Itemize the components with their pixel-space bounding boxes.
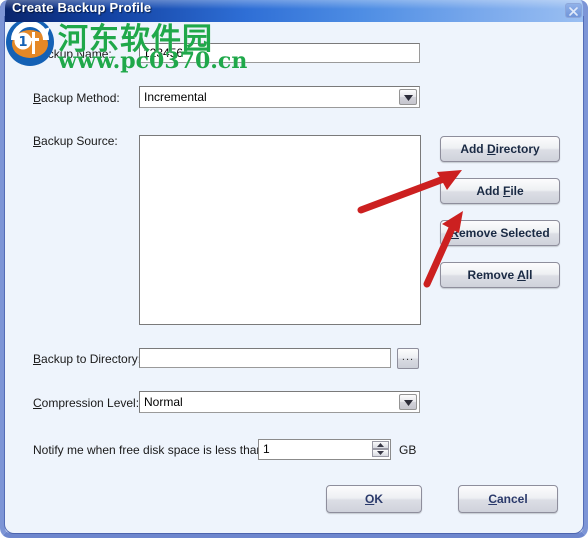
chevron-down-icon (403, 400, 413, 406)
free-space-unit-label: GB (399, 443, 417, 457)
cancel-button[interactable]: Cancel (458, 485, 558, 513)
ok-button[interactable]: OK (326, 485, 422, 513)
remove-selected-button[interactable]: Remove Selected (440, 220, 560, 246)
backup-method-dropdown-button[interactable] (399, 89, 417, 105)
compression-level-label: Compression Level: (33, 396, 140, 410)
backup-source-listbox[interactable] (139, 135, 421, 325)
spinner-down-button[interactable] (372, 449, 389, 457)
chevron-down-icon (403, 95, 413, 101)
close-icon (569, 7, 578, 16)
compression-level-combobox[interactable]: Normal (139, 391, 420, 413)
ellipsis-icon: ... (401, 351, 415, 363)
site-logo-icon: 1 (6, 18, 54, 66)
backup-method-value: Incremental (144, 90, 207, 104)
backup-method-label: Backup Method: (33, 91, 120, 105)
backup-method-combobox[interactable]: Incremental (139, 86, 420, 108)
close-button[interactable] (565, 3, 582, 18)
backup-name-label: Backup Name: (33, 47, 112, 61)
compression-level-value: Normal (144, 395, 183, 409)
window-title: Create Backup Profile (12, 0, 152, 15)
compression-level-dropdown-button[interactable] (399, 394, 417, 410)
spinner-up-button[interactable] (372, 441, 389, 449)
add-directory-button[interactable]: Add Directory (440, 136, 560, 162)
browse-directory-button[interactable]: ... (397, 348, 419, 369)
free-space-spinner[interactable]: 1 (258, 439, 391, 460)
spinner-up-icon (377, 443, 384, 447)
free-space-value: 1 (263, 442, 270, 456)
backup-source-label: Backup Source: (33, 134, 118, 148)
backup-name-input[interactable]: 123456 (139, 43, 420, 63)
create-backup-profile-dialog: Create Backup Profile 1 河东软件园 www.pc0370… (0, 0, 588, 538)
add-file-button[interactable]: Add File (440, 178, 560, 204)
svg-text:1: 1 (18, 35, 27, 50)
spinner-buttons (372, 441, 389, 458)
backup-to-directory-label: Backup to Directory: (33, 352, 142, 366)
remove-all-button[interactable]: Remove All (440, 262, 560, 288)
title-bar[interactable]: Create Backup Profile (0, 0, 588, 22)
free-space-notify-label: Notify me when free disk space is less t… (33, 443, 267, 457)
spinner-down-icon (377, 451, 384, 455)
backup-to-directory-input[interactable] (139, 348, 391, 368)
